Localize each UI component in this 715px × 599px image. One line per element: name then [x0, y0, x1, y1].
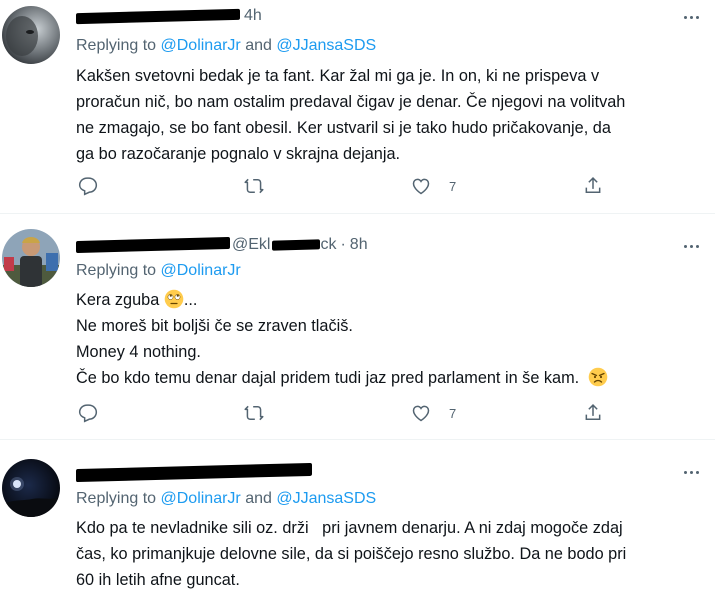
tweet-feed: 4h Replying to @DolinarJr and @JJansaSDS…	[0, 0, 715, 599]
retweet-icon	[244, 178, 264, 194]
heart-icon	[412, 178, 430, 195]
reply-button[interactable]	[78, 176, 98, 196]
retweet-button[interactable]	[244, 403, 264, 423]
timestamp[interactable]: 4h	[244, 7, 262, 25]
like-button[interactable]: 7	[411, 176, 456, 196]
share-button[interactable]	[583, 403, 603, 423]
tweet-2[interactable]: @Ekl ck · 8h Replying to @DolinarJr Kera…	[0, 214, 715, 440]
action-bar: 7	[76, 176, 636, 196]
tweet-text-line: 60 ih letih afne guncat.	[76, 571, 240, 589]
share-icon	[585, 404, 601, 420]
reply-icon	[78, 404, 98, 423]
retweet-button[interactable]	[244, 176, 264, 196]
tweet-header: @Ekl ck · 8h	[76, 235, 368, 255]
tweet-3[interactable]: Replying to @DolinarJr and @JJansaSDS Kd…	[0, 440, 715, 599]
tweet-header: 4h	[76, 6, 262, 26]
more-icon[interactable]	[681, 236, 701, 256]
avatar[interactable]	[2, 229, 60, 287]
tweet-text-line: čas, ko primanjkuje delovne sile, da si …	[76, 545, 627, 563]
like-count: 7	[449, 405, 457, 421]
tweet-1[interactable]: 4h Replying to @DolinarJr and @JJansaSDS…	[0, 0, 715, 214]
tweet-text-line: Ne moreš bit boljši če se zraven tlačiš.	[76, 317, 353, 335]
retweet-icon	[244, 405, 264, 421]
redacted-handle	[272, 239, 321, 251]
heart-icon	[412, 405, 430, 422]
replying-to: Replying to @DolinarJr and @JJansaSDS	[76, 37, 376, 55]
replying-to: Replying to @DolinarJr and @JJansaSDS	[76, 490, 376, 508]
redacted-name	[76, 462, 312, 482]
tweet-text: Kera zguba ... Ne moreš bit boljši če se…	[76, 287, 706, 391]
like-count: 7	[449, 178, 457, 194]
share-icon	[585, 177, 601, 193]
avatar[interactable]	[2, 6, 60, 64]
tweet-text-line: ne zmagajo, se bo fant obesil. Ker ustva…	[76, 119, 611, 137]
tweet-header	[76, 462, 312, 482]
mention-link[interactable]: @DolinarJr	[161, 262, 241, 279]
rolling-eyes-emoji	[164, 289, 184, 309]
text-fragment: Če bo kdo temu denar dajal pridem tudi j…	[76, 369, 580, 387]
avatar[interactable]	[2, 459, 60, 517]
handle-fragment: @Ekl	[232, 236, 271, 253]
replying-to-label: Replying to	[76, 262, 161, 279]
like-button[interactable]: 7	[411, 403, 456, 423]
tweet-text-line: proračun nič, bo nam ostalim predaval či…	[76, 93, 626, 111]
more-icon[interactable]	[681, 7, 701, 27]
replying-to: Replying to @DolinarJr	[76, 262, 241, 280]
replying-and: and	[240, 490, 277, 507]
text-fragment: Kera zguba	[76, 291, 160, 309]
replying-to-label: Replying to	[76, 37, 161, 54]
tweet-text-line: Kdo pa te nevladnike sili oz. drži pri j…	[76, 519, 623, 537]
timestamp[interactable]: 8h	[350, 236, 368, 254]
replying-to-label: Replying to	[76, 490, 161, 507]
reply-icon	[78, 177, 98, 196]
share-button[interactable]	[583, 176, 603, 196]
action-bar: 7	[76, 403, 636, 423]
handle-fragment: ck	[320, 236, 337, 253]
text-fragment: ...	[183, 291, 198, 309]
tweet-text-line: Kakšen svetovni bedak je ta fant. Kar ža…	[76, 67, 600, 85]
reply-button[interactable]	[78, 403, 98, 423]
tweet-text: Kdo pa te nevladnike sili oz. drži pri j…	[76, 515, 706, 593]
tweet-text-line: Če bo kdo temu denar dajal pridem tudi j…	[76, 365, 706, 391]
mention-link[interactable]: @JJansaSDS	[276, 37, 376, 54]
redacted-name	[76, 236, 230, 254]
tweet-text: Kakšen svetovni bedak je ta fant. Kar ža…	[76, 63, 706, 167]
tweet-text-line: Money 4 nothing.	[76, 343, 201, 361]
mention-link[interactable]: @JJansaSDS	[276, 490, 376, 507]
tweet-text-line: Kera zguba ...	[76, 287, 706, 313]
replying-and: and	[240, 37, 277, 54]
tweet-text-line: ga bo razočaranje pognalo v skrajna deja…	[76, 145, 401, 163]
angry-face-emoji	[588, 367, 608, 387]
more-icon[interactable]	[681, 462, 701, 482]
redacted-name	[76, 8, 240, 24]
mention-link[interactable]: @DolinarJr	[161, 490, 241, 507]
mention-link[interactable]: @DolinarJr	[161, 37, 241, 54]
